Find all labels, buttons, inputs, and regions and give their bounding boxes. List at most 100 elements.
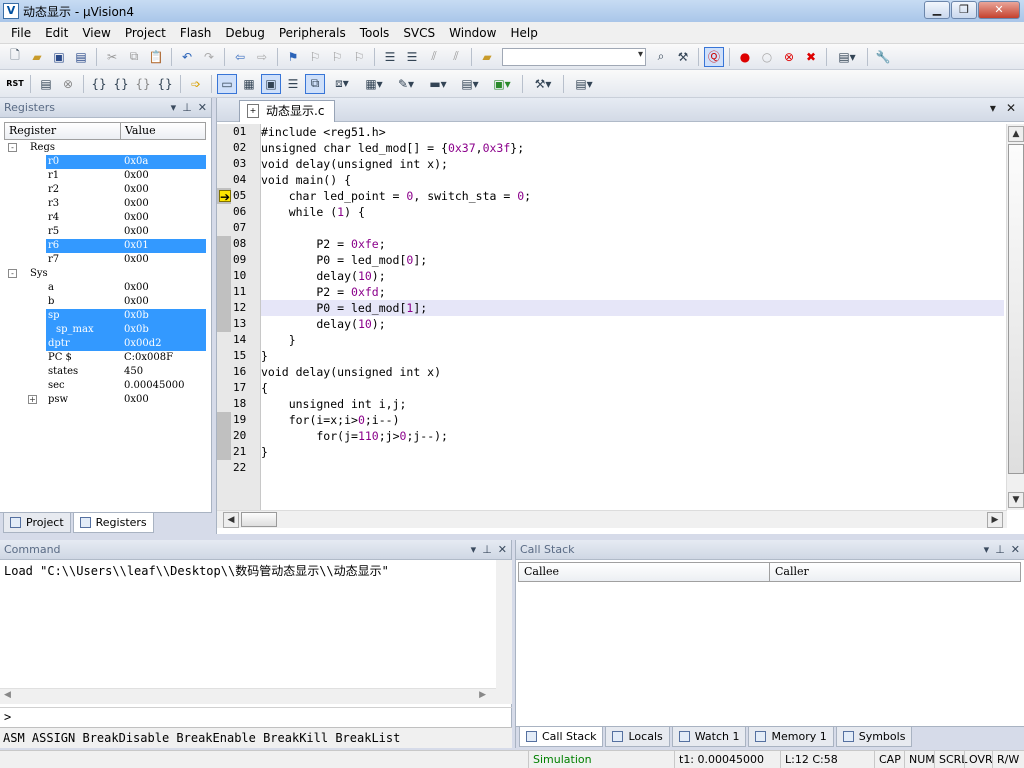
register-row[interactable]: - Regs (4, 141, 206, 155)
menu-project[interactable]: Project (118, 23, 173, 43)
register-value[interactable]: 450 (124, 365, 143, 379)
system-viewer-icon[interactable]: ▣▾ (487, 74, 517, 94)
menu-svcs[interactable]: SVCS (396, 23, 442, 43)
call-stack-window-icon[interactable]: ⧉ (305, 73, 325, 94)
unindent-icon[interactable]: ☰ (402, 47, 422, 67)
register-column-header[interactable]: Register (5, 123, 121, 139)
step-over-icon[interactable]: {} (111, 74, 131, 94)
register-row[interactable]: sp 0x0b (4, 309, 206, 323)
command-input[interactable]: > (0, 707, 512, 725)
close-icon[interactable]: ✕ (198, 98, 207, 118)
menu-help[interactable]: Help (503, 23, 544, 43)
serial-windows-icon[interactable]: ✎▾ (391, 74, 421, 94)
code-line[interactable]: void main() { (261, 172, 1004, 188)
code-line[interactable] (261, 460, 1004, 476)
indent-icon[interactable]: ☰ (380, 47, 400, 67)
menu-peripherals[interactable]: Peripherals (272, 23, 353, 43)
disassembly-window-icon[interactable]: ▦ (239, 74, 259, 94)
find-icon[interactable]: ⌕ (651, 47, 671, 67)
panel-menu-icon[interactable]: ▾ (471, 540, 477, 560)
collapse-icon[interactable]: - (8, 143, 17, 152)
tab-memory-1[interactable]: Memory 1 (748, 727, 834, 747)
line-number-gutter[interactable]: 01 02 03 04 ➔ 05 06 07 08 09 10 11 12 13 14 15 16 17 18 19 2… (217, 124, 261, 510)
find-in-files-icon[interactable]: ▰ (477, 47, 497, 67)
memory-windows-icon[interactable]: ▦▾ (359, 74, 389, 94)
command-window-icon[interactable]: ▭ (217, 73, 237, 94)
redo-icon[interactable]: ↷ (199, 47, 219, 67)
open-folder-icon[interactable]: ▰ (27, 47, 47, 67)
step-out-icon[interactable]: {} (133, 74, 153, 94)
show-next-statement-icon[interactable]: ➩ (186, 74, 206, 94)
register-value[interactable]: 0x00 (124, 211, 149, 225)
code-line[interactable]: delay(10); (261, 268, 1004, 284)
code-line[interactable]: P0 = led_mod[0]; (261, 252, 1004, 268)
reset-cpu-button[interactable]: RST (5, 74, 25, 94)
maximize-button[interactable]: ❐ (951, 1, 977, 19)
configure-icon[interactable]: 🔧 (873, 47, 893, 67)
vertical-scrollbar[interactable]: ▲ ▼ (1006, 124, 1024, 510)
bookmark-next-icon[interactable]: ⚐ (327, 47, 347, 67)
collapse-icon[interactable]: - (8, 269, 17, 278)
scroll-left-icon[interactable]: ◀ (4, 690, 11, 700)
scroll-right-icon[interactable]: ▶ (479, 690, 486, 700)
toolbox-icon[interactable]: ⚒▾ (528, 74, 558, 94)
register-value[interactable]: 0x00 (124, 281, 149, 295)
close-icon[interactable]: ✕ (1011, 540, 1020, 560)
code-line[interactable]: } (261, 348, 1004, 364)
scroll-down-button[interactable]: ▼ (1008, 492, 1024, 508)
code-line[interactable]: while (1) { (261, 204, 1004, 220)
tab-project[interactable]: Project (3, 513, 71, 533)
command-vertical-scrollbar[interactable] (496, 560, 512, 704)
command-horizontal-scrollbar[interactable]: ◀ ▶ (0, 688, 496, 704)
run-to-cursor-icon[interactable]: {} (155, 74, 175, 94)
kill-breakpoints-icon[interactable]: ✖ (801, 47, 821, 67)
code-line[interactable]: unsigned char led_mod[] = {0x37,0x3f}; (261, 140, 1004, 156)
register-row[interactable]: r3 0x00 (4, 197, 206, 211)
debug-restore-views-icon[interactable]: ▤▾ (569, 74, 599, 94)
tab-locals[interactable]: Locals (605, 727, 670, 747)
code-area[interactable]: #include <reg51.h> unsigned char led_mod[… (261, 124, 1004, 510)
register-row[interactable]: r0 0x0a (4, 155, 206, 169)
new-file-icon[interactable]: 🗋 (5, 47, 25, 67)
register-value[interactable]: 0x00 (124, 393, 149, 407)
disable-breakpoints-icon[interactable]: ⊗ (779, 47, 799, 67)
bookmark-icon[interactable]: ⚑ (283, 47, 303, 67)
editor-menu-icon[interactable]: ▾ (990, 101, 996, 115)
run-icon[interactable]: ▤ (36, 74, 56, 94)
trace-windows-icon[interactable]: ▤▾ (455, 74, 485, 94)
register-row[interactable]: r5 0x00 (4, 225, 206, 239)
menu-tools[interactable]: Tools (353, 23, 397, 43)
register-row[interactable]: a 0x00 (4, 281, 206, 295)
window-layout-icon[interactable]: ▤▾ (832, 47, 862, 67)
code-line[interactable]: P0 = led_mod[1]; (261, 300, 1004, 316)
registers-window-icon[interactable]: ☰ (283, 74, 303, 94)
register-row[interactable]: r7 0x00 (4, 253, 206, 267)
save-icon[interactable]: ▣ (49, 47, 69, 67)
code-line[interactable]: } (261, 444, 1004, 460)
file-tab[interactable]: + 动态显示.c (239, 100, 335, 122)
close-icon[interactable]: ✕ (498, 540, 507, 560)
code-line[interactable]: } (261, 332, 1004, 348)
register-row[interactable]: r6 0x01 (4, 239, 206, 253)
nav-forward-icon[interactable]: ⇨ (252, 47, 272, 67)
register-row[interactable]: r4 0x00 (4, 211, 206, 225)
cut-icon[interactable]: ✂ (102, 47, 122, 67)
register-value[interactable]: 0x00 (124, 225, 149, 239)
command-output[interactable]: Load "C:\\Users\\leaf\\Desktop\\数码管动态显示\… (0, 560, 496, 688)
menu-file[interactable]: File (4, 23, 38, 43)
code-line[interactable]: void delay(unsigned int x) (261, 364, 1004, 380)
register-row[interactable]: dptr 0x00d2 (4, 337, 206, 351)
register-value[interactable]: 0x00 (124, 169, 149, 183)
expand-icon[interactable]: + (28, 395, 37, 404)
scroll-left-button[interactable]: ◀ (223, 512, 239, 528)
register-row[interactable]: - Sys (4, 267, 206, 281)
horizontal-scrollbar[interactable]: ◀ ▶ (217, 510, 1007, 528)
code-line[interactable]: P2 = 0xfd; (261, 284, 1004, 300)
close-button[interactable]: ✕ (978, 1, 1020, 19)
register-row[interactable]: r1 0x00 (4, 169, 206, 183)
minimize-button[interactable]: ▁ (924, 1, 950, 19)
pin-icon[interactable]: ⊥ (182, 98, 192, 118)
code-line[interactable]: for(i=x;i>0;i--) (261, 412, 1004, 428)
code-line[interactable]: for(j=110;j>0;j--); (261, 428, 1004, 444)
comment-icon[interactable]: ⫽ (424, 47, 444, 67)
